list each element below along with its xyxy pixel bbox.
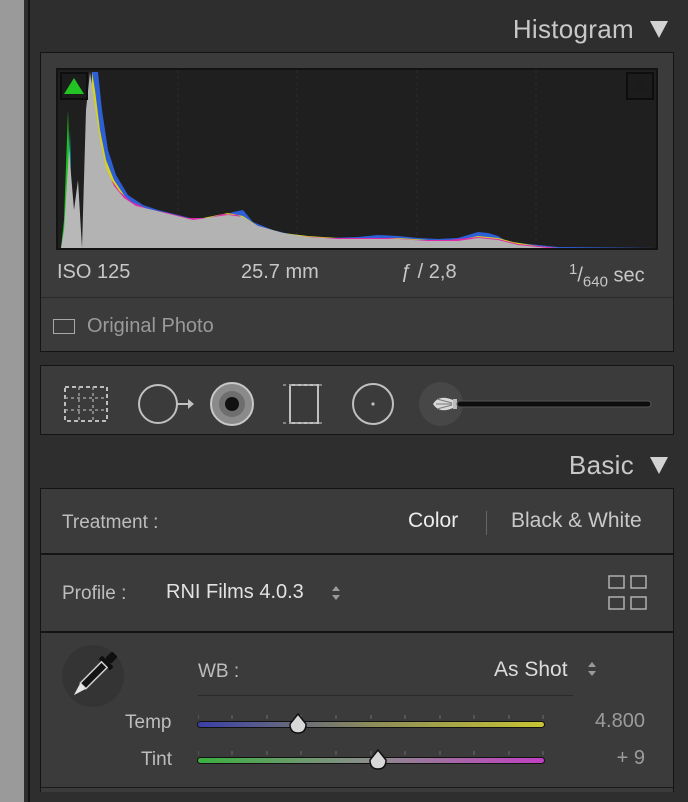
adjustment-brush-tool[interactable] — [419, 382, 655, 426]
shutter-denominator: 640 — [582, 273, 608, 291]
spot-removal-tool[interactable] — [136, 382, 196, 426]
highlight-clipping-toggle[interactable] — [626, 72, 654, 100]
left-panel-edge — [0, 0, 24, 802]
profile-dropdown[interactable]: RNI Films 4.0.3 — [166, 581, 304, 604]
radial-filter-tool[interactable] — [349, 382, 397, 426]
basic-header[interactable]: Basic — [569, 450, 668, 481]
temp-slider-track — [198, 722, 544, 727]
tint-value[interactable]: + 9 — [617, 747, 645, 770]
red-eye-icon — [210, 382, 254, 426]
treatment-bw-option[interactable]: Black & White — [511, 509, 642, 533]
histogram-header[interactable]: Histogram — [513, 14, 668, 45]
treatment-row: Treatment : Color Black & White — [40, 488, 674, 554]
histogram-divider — [41, 297, 673, 298]
histogram-panel: ISO 125 25.7 mm ƒ / 2,8 1/640 sec Origin… — [40, 52, 674, 352]
shadow-clipping-icon — [64, 78, 84, 94]
white-balance-section: WB : As Shot Temp 4.800 Tint + 9 — [40, 632, 674, 792]
crop-overlay-tool[interactable] — [62, 382, 110, 426]
tint-label: Tint — [141, 749, 172, 770]
highlight-clipping-icon — [630, 78, 650, 94]
shutter-numerator: 1 — [569, 261, 578, 278]
red-eye-tool[interactable] — [208, 382, 256, 426]
original-photo-checkbox[interactable] — [53, 319, 75, 334]
spot-removal-icon — [138, 384, 194, 424]
iso-value: ISO 125 — [57, 261, 131, 283]
temp-slider[interactable] — [198, 713, 544, 735]
aperture-value: ƒ / 2,8 — [401, 261, 457, 283]
panel-divider — [28, 0, 30, 802]
temp-value[interactable]: 4.800 — [595, 710, 645, 733]
wb-label: WB : — [198, 661, 240, 682]
radial-filter-icon — [352, 383, 394, 425]
wb-divider — [198, 695, 573, 696]
histogram-title: Histogram — [512, 14, 634, 44]
shutter-unit: sec — [613, 264, 645, 287]
treatment-color-option[interactable]: Color — [408, 509, 458, 533]
temp-label: Temp — [125, 712, 172, 733]
crop-icon — [64, 386, 108, 422]
original-photo-toggle[interactable]: Original Photo — [53, 315, 214, 338]
histogram-plot — [61, 70, 656, 248]
collapse-triangle-icon[interactable] — [650, 457, 668, 474]
treatment-separator — [486, 511, 487, 535]
tint-slider[interactable] — [198, 749, 544, 771]
adjustment-brush-icon — [419, 382, 652, 426]
profile-stepper-icon[interactable] — [331, 585, 341, 601]
treatment-label: Treatment : — [62, 512, 159, 533]
wb-dropdown[interactable]: As Shot — [494, 658, 568, 682]
tint-slider-thumb[interactable] — [368, 749, 388, 771]
profile-browser-grid-icon[interactable] — [608, 575, 648, 611]
focal-length-value: 25.7 mm — [241, 261, 319, 283]
profile-row: Profile : RNI Films 4.0.3 — [40, 554, 674, 632]
collapse-triangle-icon[interactable] — [650, 21, 668, 38]
white-balance-eyedropper-icon[interactable] — [60, 643, 126, 709]
basic-title: Basic — [568, 450, 634, 480]
histogram-graph[interactable] — [56, 68, 658, 250]
original-photo-label: Original Photo — [87, 315, 214, 337]
graduated-filter-icon — [283, 384, 325, 424]
tool-strip — [40, 365, 674, 435]
graduated-filter-tool[interactable] — [280, 382, 328, 426]
profile-label: Profile : — [62, 583, 127, 604]
temp-slider-thumb[interactable] — [288, 713, 308, 735]
shutter-speed: 1/640 sec — [569, 261, 645, 291]
section-bottom-divider — [41, 787, 673, 788]
wb-stepper-icon[interactable] — [587, 661, 597, 677]
shadow-clipping-toggle[interactable] — [60, 72, 88, 100]
